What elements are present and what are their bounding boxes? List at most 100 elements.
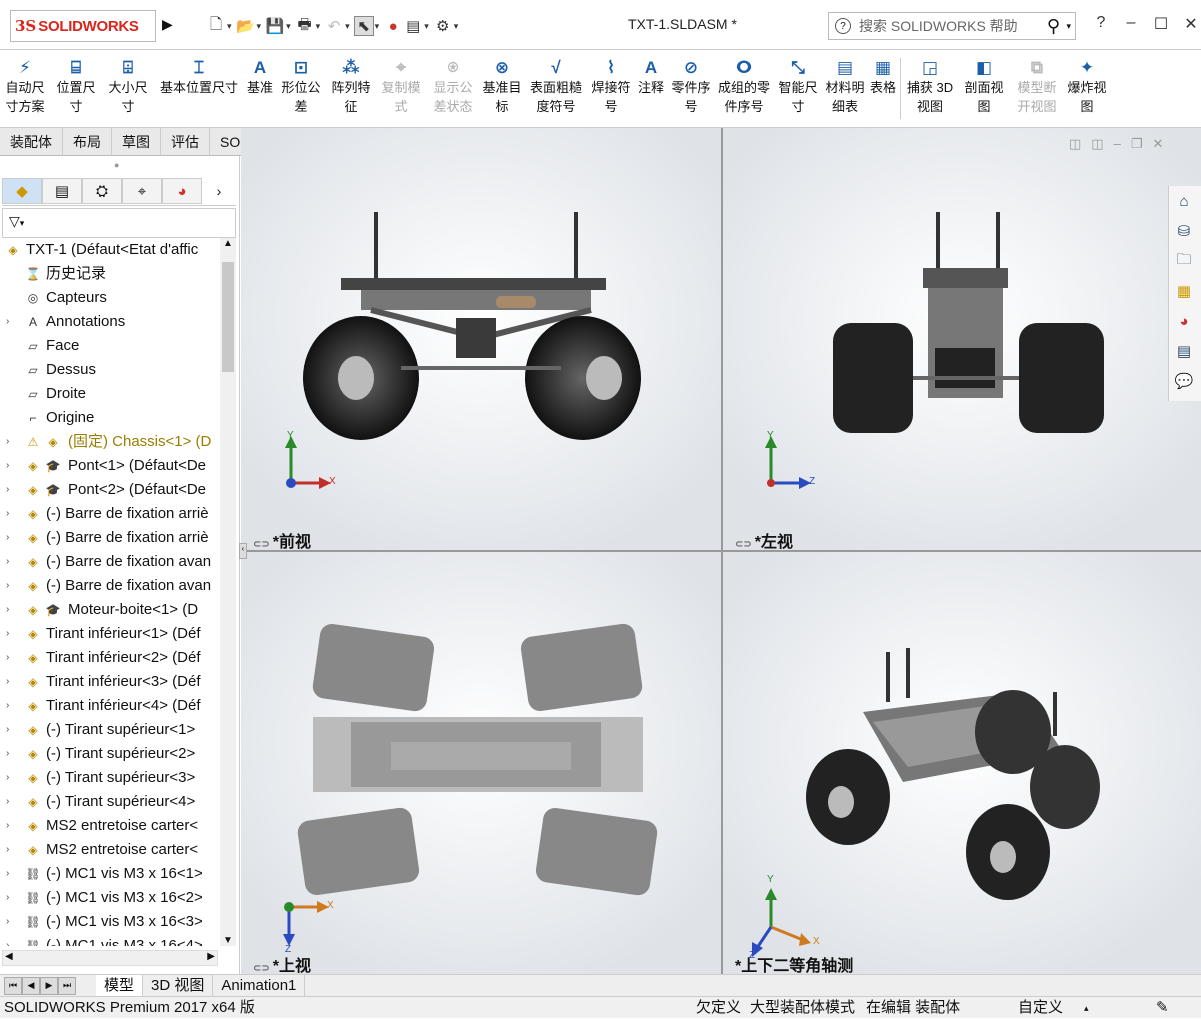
cmd-button-weld-symbol[interactable]: ⌇ 焊接符 号 [588,50,634,127]
chevron-down-icon[interactable]: ▾ [375,21,380,32]
save-icon[interactable]: 💾 [265,16,285,36]
tab-animation1[interactable]: Animation1 [213,974,306,997]
tab-0[interactable]: 装配体 [0,128,63,156]
cmd-button-pattern-feature[interactable]: ⁂ 阵列特 征 [326,50,376,127]
status-units[interactable]: 自定义 [1018,997,1063,1019]
tree-item[interactable]: › ◈ (-) Tirant supérieur<4> [0,790,220,814]
chevron-right-icon[interactable]: › [6,646,16,670]
home-icon[interactable]: ⌂ [1169,186,1199,216]
chevron-right-icon[interactable]: › [6,502,16,526]
graphics-area[interactable]: 🔍 ⌕ ↶ ◧ ◩ ⬚ ▣ ◉ ◕ ◒ 🖵 [239,128,1201,974]
cmd-button-datum-target[interactable]: ⊗ 基准目 标 [480,50,524,127]
dimxpert-tab-icon[interactable]: ⌖ [122,178,162,204]
tree-item[interactable]: › ◈ (-) Tirant supérieur<3> [0,766,220,790]
new-document-icon[interactable]: 🗋 [206,16,226,36]
tree-item[interactable]: › ◈ 🎓 Pont<1> (Défaut<De [0,454,220,478]
cmd-button-smart-dimension[interactable]: ⚡ 自动尺 寸方案 [0,50,50,127]
chevron-down-icon[interactable]: ▾ [345,21,350,32]
tree-item[interactable]: › ◈ Tirant inférieur<4> (Déf [0,694,220,718]
tree-item[interactable]: › ⛓ (-) MC1 vis M3 x 16<3> [0,910,220,934]
chevron-right-icon[interactable]: › [6,598,16,622]
chevron-down-icon[interactable]: ▾ [227,21,232,32]
viewport-top[interactable]: X Z ⊂⊃ *上视 [241,552,721,974]
chevron-right-icon[interactable]: › [6,526,16,550]
minimize-icon[interactable]: – [1114,136,1121,152]
chevron-right-icon[interactable]: › [6,430,16,454]
configuration-manager-tab-icon[interactable]: ⛭ [82,178,122,204]
cmd-button-exploded-view[interactable]: ✦ 爆炸视 图 [1063,50,1111,127]
chevron-right-icon[interactable]: › [6,718,16,742]
undo-icon[interactable]: ↶ [324,16,344,36]
chevron-right-icon[interactable]: › [6,934,16,946]
file-properties-icon[interactable]: ▤ [403,16,423,36]
menu-expand-icon[interactable]: ▶ [162,16,173,33]
tree-item[interactable]: › ◈ (-) Barre de fixation avan [0,550,220,574]
tree-item[interactable]: › ◈ 🎓 Pont<2> (Défaut<De [0,478,220,502]
design-library-icon[interactable]: ⛁ [1169,216,1199,246]
tree-vertical-scrollbar[interactable]: ▲ ▼ [220,238,236,946]
maximize-icon[interactable]: ☐ [1146,14,1176,34]
appearances-icon[interactable]: ◕ [1169,306,1199,336]
tree-item[interactable]: › ◈ (-) Tirant supérieur<1> [0,718,220,742]
select-cursor-icon[interactable]: ⬉ [353,16,374,36]
cmd-button-location-dimension[interactable]: ⌸ 位置尺 寸 [50,50,102,127]
cmd-button-datum[interactable]: A 基准 [244,50,276,127]
tree-item[interactable]: › ◈ (-) Barre de fixation arriè [0,526,220,550]
tree-item[interactable]: › ◈ Tirant inférieur<1> (Déf [0,622,220,646]
chevron-down-icon[interactable]: ▾ [316,21,321,32]
chevron-right-icon[interactable]: › [202,178,236,205]
chevron-up-icon[interactable]: ▲ [223,238,233,249]
cmd-button-section-view[interactable]: ◧ 剖面视 图 [957,50,1011,127]
chevron-right-icon[interactable]: › [6,622,16,646]
display-manager-tab-icon[interactable]: ◕ [162,178,202,204]
tree-item[interactable]: ⌛ 历史记录 [0,262,220,286]
tree-item[interactable]: ⌐ Origine [0,406,220,430]
prev-tab-icon[interactable]: ◀ [22,976,40,995]
viewport-prev-icon[interactable]: ◫ [1069,136,1081,152]
chevron-right-icon[interactable]: › [6,886,16,910]
restore-icon[interactable]: ❐ [1131,136,1143,152]
tree-item[interactable]: › ◈ 🎓 Moteur-boite<1> (D [0,598,220,622]
tree-item[interactable]: › ◈ MS2 entretoise carter< [0,838,220,862]
chevron-right-icon[interactable]: › [6,574,16,598]
search-icon[interactable]: ⚲ [1040,13,1066,39]
cmd-button-note[interactable]: A 注释 [634,50,668,127]
chevron-right-icon[interactable]: › [6,814,16,838]
viewport-next-icon[interactable]: ◫ [1091,136,1103,152]
viewport-splitter-horizontal[interactable] [241,550,1201,552]
tree-item[interactable]: › ⛓ (-) MC1 vis M3 x 16<2> [0,886,220,910]
cmd-button-size-dimension[interactable]: ⌹ 大小尺 寸 [102,50,154,127]
property-manager-tab-icon[interactable]: ▤ [42,178,82,204]
print-icon[interactable]: 🖶 [295,16,315,36]
chevron-down-icon[interactable]: ▾ [286,21,291,32]
help-search-box[interactable]: ? 搜索 SOLIDWORKS 帮助 ⚲ ▾ [828,12,1076,40]
tree-item[interactable]: ▱ Face [0,334,220,358]
file-explorer-icon[interactable]: 🗀 [1169,246,1199,276]
tree-item[interactable]: › A Annotations [0,310,220,334]
last-tab-icon[interactable]: ⏭ [58,976,76,995]
close-icon[interactable]: ✕ [1176,14,1201,34]
tree-item[interactable]: › ◈ MS2 entretoise carter< [0,814,220,838]
chevron-right-icon[interactable]: › [6,910,16,934]
chevron-down-icon[interactable]: ▾ [1066,21,1071,32]
panel-grip-icon[interactable]: ● [114,160,119,170]
cmd-button-basic-location-dimension[interactable]: ⌶ 基本位置尺寸 [154,50,244,127]
chevron-right-icon[interactable]: › [6,670,16,694]
cmd-button-model-break-view[interactable]: ⧉ 模型断 开视图 [1011,50,1063,127]
tree-item[interactable]: › ⛓ (-) MC1 vis M3 x 16<4> [0,934,220,946]
tree-item[interactable]: › ◈ (-) Barre de fixation arriè [0,502,220,526]
chevron-right-icon[interactable]: › [6,838,16,862]
open-folder-icon[interactable]: 📂 [236,16,256,36]
chevron-right-icon[interactable]: › [6,742,16,766]
tab-2[interactable]: 草图 [112,128,161,156]
chevron-right-icon[interactable]: › [6,766,16,790]
tree-item[interactable]: › ◈ Tirant inférieur<2> (Déf [0,646,220,670]
cmd-button-geometric-tolerance[interactable]: ⊡ 形位公 差 [276,50,326,127]
chevron-up-icon[interactable]: ▴ [1084,997,1089,1019]
rebuild-icon[interactable]: ✎ [1156,997,1169,1019]
chevron-down-icon[interactable]: ▾ [20,218,25,228]
chevron-down-icon[interactable]: ▼ [223,935,233,946]
tree-horizontal-scrollbar[interactable]: ◀ ▶ [2,950,218,966]
tree-item[interactable]: › ◈ Tirant inférieur<3> (Déf [0,670,220,694]
chevron-right-icon[interactable]: › [6,478,16,502]
